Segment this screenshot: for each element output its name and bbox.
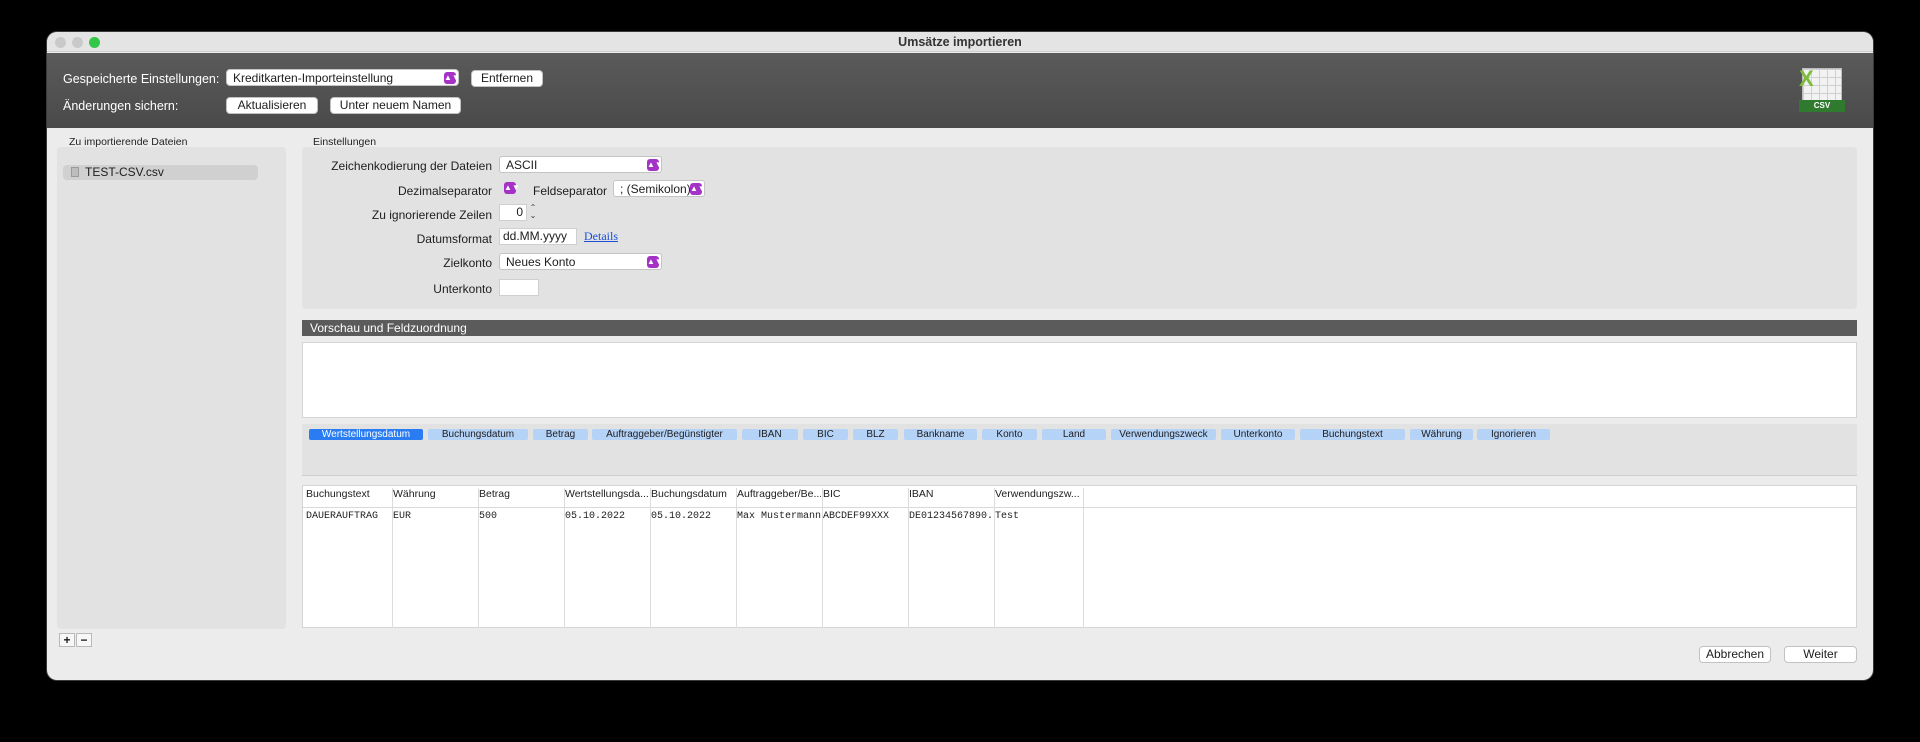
column-divider[interactable] (478, 488, 479, 628)
field-tag-bic[interactable]: BIC (803, 429, 848, 440)
table-cell: EUR (393, 511, 412, 522)
target-account-select[interactable]: Neues Konto ▲▼ (499, 253, 663, 270)
column-divider[interactable] (994, 488, 995, 628)
update-settings-button[interactable]: Aktualisieren (226, 97, 318, 114)
title-bar: Umsätze importieren (47, 32, 1873, 52)
column-header[interactable]: Wertstellungsda... (565, 488, 649, 500)
table-cell: 05.10.2022 (651, 511, 712, 522)
saved-settings-value: Kreditkarten-Importeinstellung (233, 71, 394, 85)
settings-header: Gespeicherte Einstellungen: Kreditkarten… (47, 53, 1873, 128)
table-cell: 500 (479, 511, 498, 522)
save-changes-label: Änderungen sichern: (63, 99, 179, 113)
field-tag-betrag[interactable]: Betrag (533, 429, 588, 440)
select-chevron-icon: ▲▼ (690, 183, 706, 195)
ignore-rows-stepper[interactable]: ⌃ ⌄ (528, 204, 538, 221)
remove-settings-button[interactable]: Entfernen (471, 70, 543, 87)
table-cell: DAUERAUFTRAG (306, 511, 379, 522)
document-icon (71, 167, 79, 177)
column-header[interactable]: IBAN (909, 488, 993, 500)
encoding-value: ASCII (506, 158, 538, 172)
column-divider[interactable] (392, 488, 393, 628)
date-format-input[interactable]: dd.MM.yyyy (499, 228, 577, 245)
field-tag-ignorieren[interactable]: Ignorieren (1477, 429, 1550, 440)
select-chevron-icon: ▲▼ (647, 256, 663, 268)
column-divider[interactable] (650, 488, 651, 628)
field-tag-konto[interactable]: Konto (982, 429, 1037, 440)
field-tag-blz[interactable]: BLZ (853, 429, 898, 440)
encoding-select[interactable]: ASCII ▲▼ (499, 156, 663, 173)
select-chevron-icon: ▲▼ (504, 182, 520, 194)
preview-header: Vorschau und Feldzuordnung (302, 320, 1857, 336)
column-divider[interactable] (564, 488, 565, 628)
field-tag-buchungstext[interactable]: Buchungstext (1300, 429, 1405, 440)
field-tag-bankname[interactable]: Bankname (904, 429, 977, 440)
column-header[interactable]: Auftraggeber/Be... (737, 488, 821, 500)
field-tag-buchungsdatum[interactable]: Buchungsdatum (428, 429, 528, 440)
csv-file-icon: X CSV (1799, 66, 1845, 118)
subaccount-input[interactable] (499, 279, 539, 296)
table-cell: ABCDEF99XXX (823, 511, 890, 522)
ignore-rows-label: Zu ignorierende Zeilen (371, 208, 492, 222)
saved-settings-label: Gespeicherte Einstellungen: (63, 72, 220, 86)
column-divider[interactable] (822, 488, 823, 628)
column-divider[interactable] (1083, 488, 1084, 628)
field-tag-unterkonto[interactable]: Unterkonto (1221, 429, 1295, 440)
target-account-label: Zielkonto (443, 256, 492, 270)
field-tag-land[interactable]: Land (1042, 429, 1106, 440)
remove-file-button[interactable]: − (76, 633, 92, 647)
target-account-value: Neues Konto (506, 255, 576, 269)
column-divider[interactable] (736, 488, 737, 628)
column-header[interactable]: Währung (393, 488, 477, 500)
column-header[interactable]: Betrag (479, 488, 563, 500)
column-header[interactable]: Buchungsdatum (651, 488, 735, 500)
select-chevron-icon: ▲▼ (444, 72, 460, 84)
subaccount-label: Unterkonto (433, 282, 492, 296)
column-header[interactable]: Buchungstext (306, 488, 390, 500)
select-chevron-icon: ▲▼ (647, 159, 663, 171)
file-name: TEST-CSV.csv (85, 165, 164, 179)
table-cell: 05.10.2022 (565, 511, 626, 522)
encoding-label: Zeichenkodierung der Dateien (331, 159, 492, 173)
field-tag-iban[interactable]: IBAN (742, 429, 798, 440)
table-cell: DE01234567890... (909, 511, 993, 522)
table-cell: Max Mustermann (737, 511, 821, 522)
files-list-panel (57, 147, 286, 629)
date-format-details-link[interactable]: Details (584, 229, 618, 244)
next-button[interactable]: Weiter (1784, 646, 1857, 663)
field-tag-auftraggeber-begünstigter[interactable]: Auftraggeber/Begünstigter (592, 429, 737, 440)
column-divider[interactable] (908, 488, 909, 628)
field-tag-wertstellungsdatum[interactable]: Wertstellungsdatum (309, 429, 423, 440)
field-separator-label: Feldseparator (533, 184, 608, 198)
add-file-button[interactable]: + (59, 633, 75, 647)
decimal-separator-label: Dezimalseparator (397, 184, 492, 198)
window-title: Umsätze importieren (898, 35, 1022, 49)
decimal-separator-select[interactable]: ▲▼ (499, 180, 521, 197)
field-separator-value: ; (Semikolon) (620, 182, 691, 196)
field-tag-währung[interactable]: Währung (1410, 429, 1473, 440)
cancel-button[interactable]: Abbrechen (1699, 646, 1771, 663)
import-window: Umsätze importieren Gespeicherte Einstel… (47, 32, 1873, 680)
save-as-new-button[interactable]: Unter neuem Namen (330, 97, 461, 114)
file-list-item[interactable]: TEST-CSV.csv (63, 165, 258, 180)
column-header[interactable]: Verwendungszw... (995, 488, 1079, 500)
preview-area (302, 342, 1857, 418)
saved-settings-select[interactable]: Kreditkarten-Importeinstellung ▲▼ (226, 69, 460, 86)
ignore-rows-input[interactable]: 0 (499, 204, 527, 221)
field-tag-verwendungszweck[interactable]: Verwendungszweck (1111, 429, 1216, 440)
table-header-divider (303, 507, 1856, 508)
table-cell: Test (995, 511, 1020, 522)
column-header[interactable]: BIC (823, 488, 907, 500)
date-format-label: Datumsformat (416, 232, 492, 246)
field-separator-select[interactable]: ; (Semikolon) ▲▼ (613, 180, 706, 197)
